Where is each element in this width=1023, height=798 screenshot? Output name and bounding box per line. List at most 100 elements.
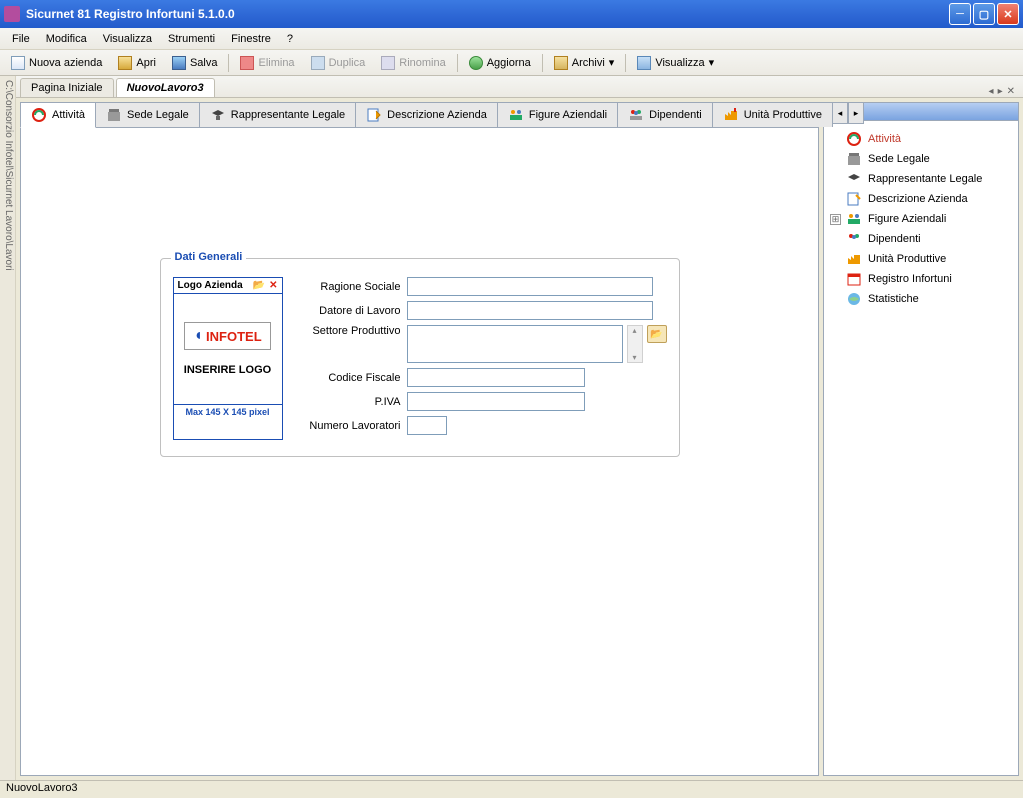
archive-icon [554, 56, 568, 70]
graduation-icon [210, 107, 226, 123]
refresh-icon [469, 56, 483, 70]
edit-icon [846, 191, 862, 207]
menu-help[interactable]: ? [279, 31, 301, 47]
tab-label: Dipendenti [649, 109, 702, 121]
logo-head-label: Logo Azienda [178, 280, 243, 291]
close-button[interactable]: ✕ [997, 3, 1019, 25]
separator [625, 54, 626, 72]
menu-modifica[interactable]: Modifica [38, 31, 95, 47]
label-datore: Datore di Lavoro [295, 305, 401, 317]
document-icon [11, 56, 25, 70]
dati-generali-fieldset: Dati Generali Logo Azienda 📂 ✕ [160, 258, 680, 457]
visualizza-label: Visualizza [655, 57, 704, 69]
menu-finestre[interactable]: Finestre [223, 31, 279, 47]
textarea-scrollbar[interactable]: ▴▾ [627, 325, 643, 363]
menu-visualizza[interactable]: Visualizza [95, 31, 160, 47]
tab-label: Descrizione Azienda [387, 109, 487, 121]
save-icon [172, 56, 186, 70]
tree-label: Figure Aziendali [868, 213, 946, 225]
visualizza-button[interactable]: Visualizza ▾ [630, 53, 721, 73]
apri-button[interactable]: Apri [111, 53, 163, 73]
inner-tab-sede-legale[interactable]: Sede Legale [95, 102, 200, 127]
tab-nav-prev[interactable]: ◂ [989, 86, 994, 97]
menu-bar: File Modifica Visualizza Strumenti Fines… [0, 28, 1023, 50]
menu-strumenti[interactable]: Strumenti [160, 31, 223, 47]
tab-nuovo-lavoro[interactable]: NuovoLavoro3 [116, 78, 215, 97]
tree-item-figure[interactable]: Figure Aziendali [828, 209, 1014, 229]
duplica-label: Duplica [329, 57, 366, 69]
input-num-lavoratori[interactable] [407, 416, 447, 435]
inner-tab-prev[interactable]: ◂ [832, 102, 848, 124]
tree-item-statistiche[interactable]: Statistiche [828, 289, 1014, 309]
input-ragione-sociale[interactable] [407, 277, 653, 296]
inner-tab-dipendenti[interactable]: Dipendenti [617, 102, 713, 127]
tree-item-descrizione[interactable]: Descrizione Azienda [828, 189, 1014, 209]
input-datore[interactable] [407, 301, 653, 320]
aggiorna-button[interactable]: Aggiorna [462, 53, 538, 73]
building-icon [106, 107, 122, 123]
rinomina-button: Rinomina [374, 53, 452, 73]
tree-item-dipendenti[interactable]: Dipendenti [828, 229, 1014, 249]
menu-file[interactable]: File [4, 31, 38, 47]
logo-delete-button[interactable]: ✕ [269, 280, 277, 291]
nuova-azienda-label: Nuova azienda [29, 57, 102, 69]
tab-content-attivita: Dati Generali Logo Azienda 📂 ✕ [20, 128, 819, 776]
apri-label: Apri [136, 57, 156, 69]
archivi-button[interactable]: Archivi ▾ [547, 53, 622, 73]
label-num-lavoratori: Numero Lavoratori [295, 420, 401, 432]
textarea-settore[interactable] [407, 325, 623, 363]
document-tabs: Pagina Iniziale NuovoLavoro3 ◂ ▸ ✕ [16, 76, 1023, 98]
tree-item-attivita[interactable]: Attività [828, 129, 1014, 149]
tab-label: Rappresentante Legale [231, 109, 345, 121]
folder-open-icon [118, 56, 132, 70]
maximize-button[interactable]: ▢ [973, 3, 995, 25]
separator [542, 54, 543, 72]
tab-close[interactable]: ✕ [1007, 86, 1015, 97]
salva-button[interactable]: Salva [165, 53, 225, 73]
people-icon [508, 107, 524, 123]
input-codice-fiscale[interactable] [407, 368, 585, 387]
logo-arc-icon: ◖ [193, 327, 203, 345]
tree-item-registro[interactable]: Registro Infortuni [828, 269, 1014, 289]
tree-item-unita[interactable]: Unità Produttive [828, 249, 1014, 269]
tree-label: Registro Infortuni [868, 273, 952, 285]
logo-brand-text: INFOTEL [206, 329, 262, 344]
group-icon [628, 107, 644, 123]
label-piva: P.IVA [295, 396, 401, 408]
inner-tab-descrizione[interactable]: Descrizione Azienda [355, 102, 498, 127]
tab-label: Figure Aziendali [529, 109, 607, 121]
inner-tab-rappresentante[interactable]: Rappresentante Legale [199, 102, 356, 127]
logo-azienda-box: Logo Azienda 📂 ✕ ◖INFOTEL INSERIRE LOGO [173, 277, 283, 440]
input-piva[interactable] [407, 392, 585, 411]
inner-tab-next[interactable]: ▸ [848, 102, 864, 124]
window-title: Sicurnet 81 Registro Infortuni 5.1.0.0 [26, 7, 949, 21]
inner-tab-figure[interactable]: Figure Aziendali [497, 102, 618, 127]
settore-browse-button[interactable]: 📂 [647, 325, 667, 343]
tree-label: Dipendenti [868, 233, 921, 245]
tab-nav-next[interactable]: ▸ [998, 86, 1003, 97]
separator [228, 54, 229, 72]
logo-open-button[interactable]: 📂 [253, 280, 265, 291]
tree-item-sede-legale[interactable]: Sede Legale [828, 149, 1014, 169]
nuova-azienda-button[interactable]: Nuova azienda [4, 53, 109, 73]
fieldset-legend: Dati Generali [171, 251, 247, 263]
inner-tab-attivita[interactable]: Attività [20, 102, 96, 128]
calendar-icon [846, 271, 862, 287]
separator [457, 54, 458, 72]
infotel-logo: ◖INFOTEL [184, 322, 270, 350]
people-icon [846, 211, 862, 227]
tab-pagina-iniziale[interactable]: Pagina Iniziale [20, 78, 114, 97]
rinomina-label: Rinomina [399, 57, 445, 69]
inserire-logo-text: INSERIRE LOGO [184, 364, 271, 376]
logo-foot-text: Max 145 X 145 pixel [174, 404, 282, 419]
tree-label: Statistiche [868, 293, 919, 305]
tree-label: Rappresentante Legale [868, 173, 982, 185]
inner-tabs: Attività Sede Legale Rappresentante Lega… [20, 102, 819, 128]
duplica-button: Duplica [304, 53, 373, 73]
left-sidebar-path[interactable]: C:\Consorzio Infotel\Sicurnet Lavoro\Lav… [0, 76, 16, 780]
inner-tab-unita[interactable]: Unità Produttive [712, 102, 833, 127]
app-icon [4, 6, 20, 22]
minimize-button[interactable]: ─ [949, 3, 971, 25]
edit-icon [366, 107, 382, 123]
tree-item-rappresentante[interactable]: Rappresentante Legale [828, 169, 1014, 189]
